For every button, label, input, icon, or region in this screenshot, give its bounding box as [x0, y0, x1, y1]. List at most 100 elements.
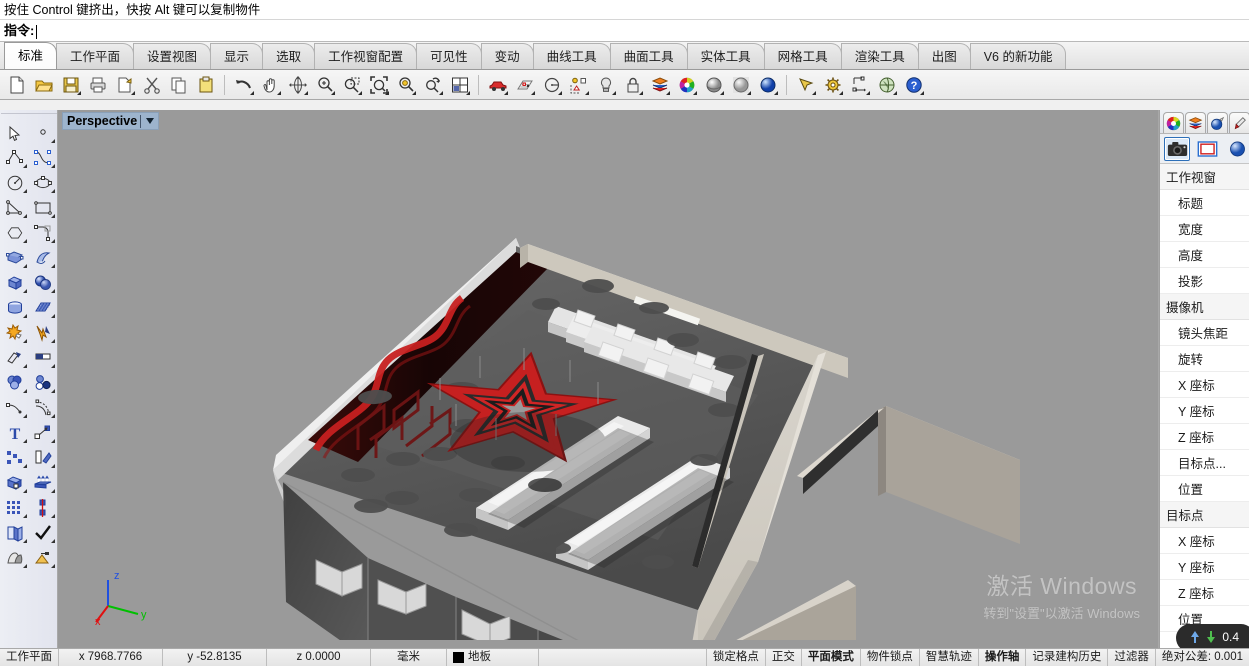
- pan-hand-icon[interactable]: [259, 73, 283, 97]
- text-tool-icon[interactable]: T: [1, 420, 29, 445]
- offset-curve-icon[interactable]: [29, 395, 57, 420]
- zoom-dynamic-icon[interactable]: [421, 73, 445, 97]
- color-wheel-icon[interactable]: [675, 73, 699, 97]
- render-sphere-icon[interactable]: [1207, 112, 1228, 133]
- property-row-camera-x[interactable]: X 座标: [1160, 372, 1249, 398]
- tab-gongzuopingmian[interactable]: 工作平面: [56, 43, 134, 69]
- property-row-target-z[interactable]: Z 座标: [1160, 580, 1249, 606]
- gear-render-icon[interactable]: [821, 73, 845, 97]
- trim-icon[interactable]: [29, 320, 57, 345]
- tab-v6-new-features[interactable]: V6 的新功能: [970, 43, 1067, 69]
- select-arrow-icon[interactable]: [1, 120, 29, 145]
- curve-blend-icon[interactable]: [29, 220, 57, 245]
- tab-quxiangongju[interactable]: 曲线工具: [533, 43, 611, 69]
- tab-shezhishitu[interactable]: 设置视图: [133, 43, 211, 69]
- status-toggle-grid-snap[interactable]: 锁定格点: [707, 649, 766, 666]
- copy-to-clipboard-icon[interactable]: [113, 73, 137, 97]
- status-toggle-planar[interactable]: 平面模式: [802, 649, 861, 666]
- ghosted-sphere-icon[interactable]: [729, 73, 753, 97]
- zoom-window-icon[interactable]: [340, 73, 364, 97]
- status-units[interactable]: 毫米: [371, 649, 447, 666]
- cut-scissors-icon[interactable]: [140, 73, 164, 97]
- dimension-icon[interactable]: [848, 73, 872, 97]
- status-cplane[interactable]: 工作平面: [0, 649, 59, 666]
- rectangular-array-icon[interactable]: [1, 495, 29, 520]
- fillet-curve-icon[interactable]: [1, 395, 29, 420]
- material-sphere-icon[interactable]: [1224, 137, 1249, 161]
- circle-icon[interactable]: [1, 170, 29, 195]
- layers-icon[interactable]: [1185, 112, 1206, 133]
- save-icon[interactable]: [59, 73, 83, 97]
- status-toggle-smarttrack[interactable]: 智慧轨迹: [920, 649, 979, 666]
- tab-biaozhun[interactable]: 标准: [4, 42, 57, 69]
- polygon-icon[interactable]: [1, 220, 29, 245]
- cylinder-icon[interactable]: [1, 295, 29, 320]
- paint-brush-icon[interactable]: [1229, 112, 1249, 133]
- status-toggle-osnap[interactable]: 物件锁点: [861, 649, 920, 666]
- status-current-layer[interactable]: 地板: [447, 649, 539, 666]
- property-row-target-y[interactable]: Y 座标: [1160, 554, 1249, 580]
- zoom-extents-icon[interactable]: [367, 73, 391, 97]
- array-icon[interactable]: [1, 445, 29, 470]
- point-icon[interactable]: [29, 120, 57, 145]
- sphere-boolean-icon[interactable]: [29, 270, 57, 295]
- status-toggle-gumball[interactable]: 操作轴: [979, 649, 1027, 666]
- boolean-union-icon[interactable]: [1, 370, 29, 395]
- mirror-icon[interactable]: [29, 445, 57, 470]
- property-row-rotation[interactable]: 旋转: [1160, 346, 1249, 372]
- copy-icon[interactable]: [167, 73, 191, 97]
- open-folder-icon[interactable]: [32, 73, 56, 97]
- shaded-sphere-icon[interactable]: [702, 73, 726, 97]
- move-icon[interactable]: [29, 420, 57, 445]
- box-edit-icon[interactable]: [1, 470, 29, 495]
- print-icon[interactable]: [86, 73, 110, 97]
- chevron-down-icon[interactable]: [146, 118, 154, 124]
- mesh-icon[interactable]: [29, 295, 57, 320]
- property-row-target-ellipsis[interactable]: 目标点...: [1160, 450, 1249, 476]
- camera-icon[interactable]: [1164, 137, 1190, 161]
- help-question-icon[interactable]: ?: [902, 73, 926, 97]
- light-bulb-icon[interactable]: [594, 73, 618, 97]
- explode-star-icon[interactable]: [1, 320, 29, 345]
- tab-biandong[interactable]: 变动: [481, 43, 534, 69]
- four-viewports-icon[interactable]: [448, 73, 472, 97]
- layer-copy-icon[interactable]: [1, 520, 29, 545]
- viewport-title-bar[interactable]: Perspective: [62, 112, 159, 130]
- display-frame-icon[interactable]: [1194, 137, 1220, 161]
- rendered-sphere-icon[interactable]: [756, 73, 780, 97]
- join-icon[interactable]: [29, 345, 57, 370]
- property-row-height[interactable]: 高度: [1160, 242, 1249, 268]
- tab-shitigongju[interactable]: 实体工具: [687, 43, 765, 69]
- color-wheel-icon[interactable]: [1163, 112, 1184, 133]
- ellipse-icon[interactable]: [29, 170, 57, 195]
- polyline-icon[interactable]: [1, 145, 29, 170]
- zoom-selected-icon[interactable]: [394, 73, 418, 97]
- object-properties-icon[interactable]: [567, 73, 591, 97]
- boolean-difference-icon[interactable]: [29, 370, 57, 395]
- layers-icon[interactable]: [648, 73, 672, 97]
- property-row-projection[interactable]: 投影: [1160, 268, 1249, 294]
- globe-help-icon[interactable]: [875, 73, 899, 97]
- perspective-viewport[interactable]: Perspective: [58, 110, 1159, 648]
- property-row-camera-z[interactable]: Z 座标: [1160, 424, 1249, 450]
- car-render-icon[interactable]: [486, 73, 510, 97]
- arc-icon[interactable]: [1, 195, 29, 220]
- rotate-view-icon[interactable]: [286, 73, 310, 97]
- surface-points-icon[interactable]: [1, 245, 29, 270]
- tab-xuanqu[interactable]: 选取: [262, 43, 315, 69]
- property-row-camera-position[interactable]: 位置: [1160, 476, 1249, 502]
- check-analysis-icon[interactable]: [29, 520, 57, 545]
- property-row-lens-length[interactable]: 镜头焦距: [1160, 320, 1249, 346]
- scale-icon[interactable]: [29, 495, 57, 520]
- tab-kejianxing[interactable]: 可见性: [416, 43, 482, 69]
- rectangle-icon[interactable]: [29, 195, 57, 220]
- command-prompt-bar[interactable]: 指令:: [0, 20, 1249, 42]
- tab-qumiangongju[interactable]: 曲面工具: [610, 43, 688, 69]
- box-solid-icon[interactable]: [1, 270, 29, 295]
- tab-ranrangongju[interactable]: 渲染工具: [841, 43, 919, 69]
- tab-gongzuoshichuangpeizhi[interactable]: 工作视窗配置: [314, 43, 417, 69]
- undo-icon[interactable]: [232, 73, 256, 97]
- surface-extrude-icon[interactable]: [29, 245, 57, 270]
- tab-xianshi[interactable]: 显示: [210, 43, 263, 69]
- paste-icon[interactable]: [194, 73, 218, 97]
